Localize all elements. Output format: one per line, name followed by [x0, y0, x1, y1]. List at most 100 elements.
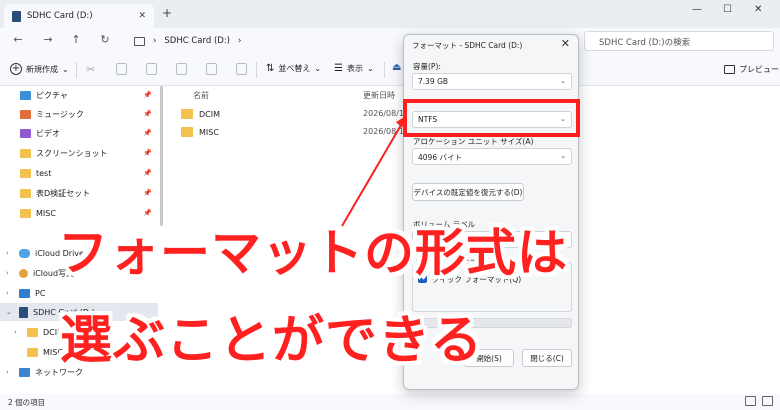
sidebar-item-label: スクリーンショット: [36, 148, 108, 158]
delete-icon[interactable]: [236, 63, 247, 75]
path-separator-end[interactable]: ›: [238, 36, 241, 46]
maximize-icon[interactable]: ☐: [723, 4, 732, 15]
capacity-value: 7.39 GB: [418, 77, 449, 86]
sidebar-item-test[interactable]: test 📌: [0, 164, 158, 182]
sidebar-scrollbar[interactable]: [160, 86, 163, 226]
preview-label: プレビュー: [739, 65, 779, 74]
new-button[interactable]: + 新規作成 ⌄: [10, 63, 69, 75]
separator: [256, 62, 257, 78]
paste-icon[interactable]: [146, 63, 157, 75]
pin-icon: 📌: [143, 169, 152, 177]
video-icon: [20, 128, 31, 138]
copy-icon[interactable]: [116, 63, 127, 75]
search-input[interactable]: SDHC Card (D:)の検索: [584, 31, 774, 51]
folder-icon: [20, 188, 31, 198]
sidebar-item-label: ビデオ: [36, 128, 60, 138]
file-name: DCIM: [199, 109, 221, 119]
ntfs-highlight-box: [403, 99, 580, 137]
status-bar: 2 個の項目: [0, 394, 780, 410]
separator: [76, 62, 77, 78]
forward-icon[interactable]: →: [40, 33, 56, 46]
plus-icon: +: [10, 63, 22, 75]
column-header-name[interactable]: 名前: [193, 90, 209, 101]
up-icon[interactable]: ↑: [68, 33, 84, 46]
pc-icon: [19, 288, 30, 298]
network-icon: [19, 367, 30, 377]
command-bar: + 新規作成 ⌄ ✂ ⇅ 並べ替え ⌄ ☰ 表示 ⌄ ⏏: [0, 54, 780, 86]
sidebar-item-label: 表D検証セット: [36, 188, 91, 198]
folder-icon: [20, 208, 31, 218]
collapse-icon[interactable]: ⌄: [6, 308, 16, 316]
dialog-title: フォーマット - SDHC Card (D:): [412, 41, 523, 50]
eject-icon[interactable]: ⏏: [392, 62, 401, 73]
folder-icon: [27, 347, 38, 357]
pin-icon: 📌: [143, 91, 152, 99]
preview-button[interactable]: プレビュー: [724, 64, 779, 75]
pin-icon: 📌: [143, 129, 152, 137]
item-count: 2 個の項目: [8, 398, 46, 407]
expand-icon[interactable]: ›: [6, 289, 16, 297]
view-button[interactable]: ☰ 表示 ⌄: [334, 63, 374, 74]
drive-icon: [19, 306, 28, 318]
photos-icon: [19, 268, 28, 278]
sidebar-item-verify-set[interactable]: 表D検証セット 📌: [0, 184, 158, 202]
title-bar: SDHC Card (D:) ✕ + — ☐ ✕: [0, 0, 780, 28]
new-label: 新規作成: [26, 64, 58, 74]
address-bar[interactable]: › SDHC Card (D:) ›: [128, 31, 404, 51]
pin-icon: 📌: [143, 189, 152, 197]
rename-icon[interactable]: [176, 63, 187, 75]
sidebar-item-pictures[interactable]: ピクチャ 📌: [0, 86, 158, 104]
pin-icon: 📌: [143, 110, 152, 118]
refresh-icon[interactable]: ↻: [97, 33, 113, 46]
sidebar-item-label: test: [36, 168, 52, 178]
sidebar-item-label: PC: [35, 288, 46, 298]
cut-icon[interactable]: ✂: [86, 63, 97, 76]
expand-icon[interactable]: ›: [6, 368, 16, 376]
folder-icon: [181, 109, 193, 119]
breadcrumb-drive[interactable]: SDHC Card (D:): [164, 36, 230, 46]
sort-button[interactable]: ⇅ 並べ替え ⌄: [266, 63, 321, 74]
pictures-icon: [20, 90, 31, 100]
sort-chevron-icon: ⌄: [314, 64, 322, 73]
details-view-icon[interactable]: [745, 396, 756, 406]
expand-icon[interactable]: ›: [6, 249, 16, 257]
column-header-date[interactable]: 更新日時: [363, 90, 395, 101]
cloud-icon: [19, 248, 30, 258]
expand-icon[interactable]: ›: [14, 328, 24, 336]
folder-icon: [181, 127, 193, 137]
window-tab[interactable]: SDHC Card (D:) ✕: [4, 4, 154, 28]
sidebar-item-videos[interactable]: ビデオ 📌: [0, 124, 158, 142]
separator: [384, 62, 385, 78]
alloc-select[interactable]: 4096 バイト ⌄: [412, 148, 572, 165]
view-label: 表示: [346, 64, 363, 73]
close-window-icon[interactable]: ✕: [754, 4, 762, 15]
sidebar-item-music[interactable]: ミュージック 📌: [0, 105, 158, 123]
share-icon[interactable]: [206, 63, 217, 75]
folder-icon: [20, 168, 31, 178]
sidebar-item-label: ピクチャ: [36, 90, 68, 100]
minimize-icon[interactable]: —: [692, 4, 702, 15]
back-icon[interactable]: ←: [10, 33, 26, 46]
close-button[interactable]: 閉じる(C): [522, 349, 572, 367]
dialog-close-icon[interactable]: ✕: [561, 37, 570, 50]
annotation-caption-line1: フォーマットの形式は: [58, 224, 568, 282]
expand-icon[interactable]: ›: [6, 269, 16, 277]
navigation-bar: ← → ↑ ↻ › SDHC Card (D:) › SDHC Card (D:…: [0, 28, 780, 54]
alloc-value: 4096 バイト: [418, 153, 462, 162]
preview-icon: [724, 65, 735, 74]
sidebar-item-label: MISC: [36, 208, 56, 218]
new-tab-icon[interactable]: +: [162, 6, 172, 20]
view-icon: ☰: [334, 63, 343, 74]
music-icon: [20, 109, 31, 119]
tab-close-icon[interactable]: ✕: [138, 11, 146, 21]
chevron-down-icon: ⌄: [560, 77, 566, 85]
capacity-label: 容量(P):: [413, 62, 441, 71]
drive-icon: [12, 10, 21, 22]
capacity-select[interactable]: 7.39 GB ⌄: [412, 73, 572, 90]
monitor-icon: [134, 36, 145, 46]
restore-defaults-button[interactable]: デバイスの既定値を復元する(D): [412, 183, 524, 201]
tiles-view-icon[interactable]: [762, 396, 773, 406]
sidebar-item-screenshots[interactable]: スクリーンショット 📌: [0, 144, 158, 162]
chevron-down-icon: ⌄: [560, 152, 566, 160]
alloc-label: アロケーション ユニット サイズ(A): [413, 137, 534, 146]
